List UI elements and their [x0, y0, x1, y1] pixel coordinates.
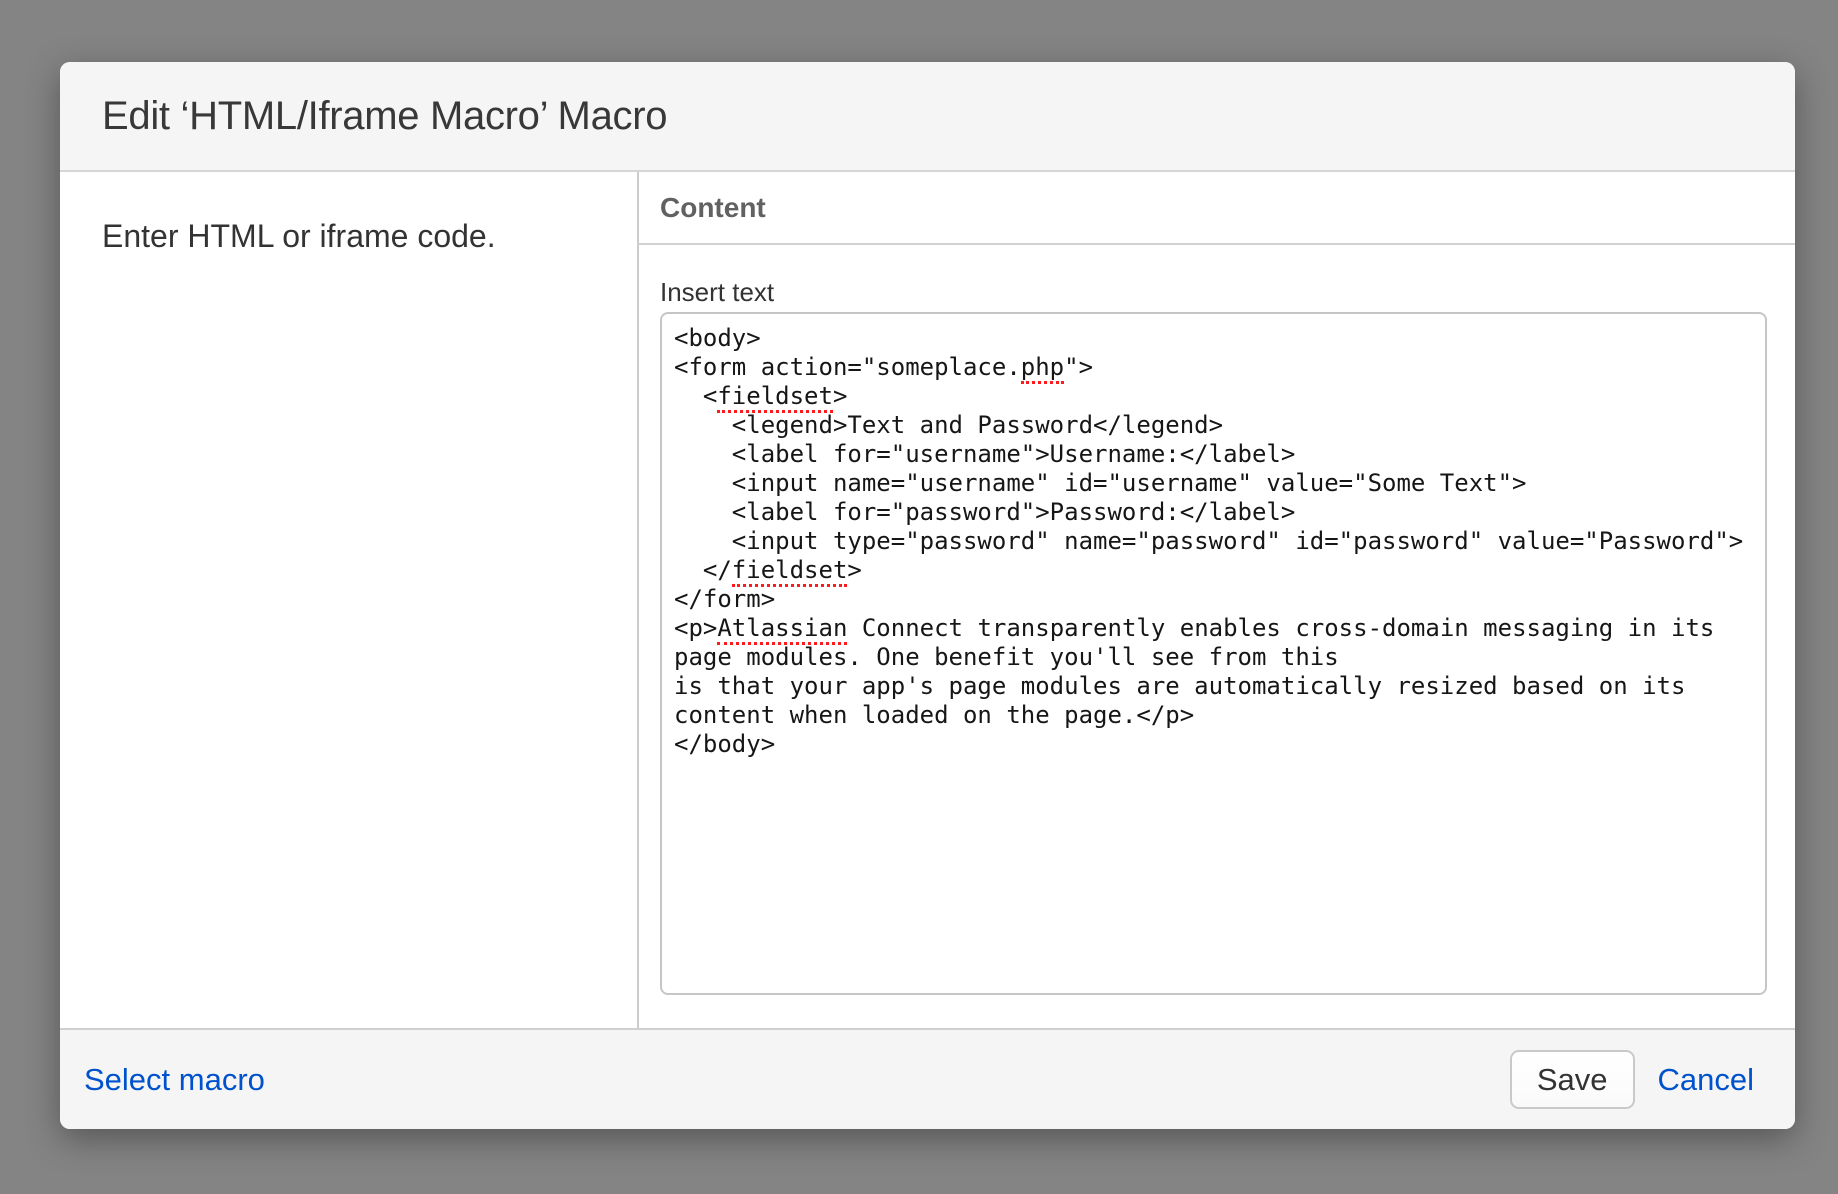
insert-text-field-area: Insert text <body><form action="someplac… [639, 245, 1795, 995]
code-line: is that your app's page modules are auto… [674, 672, 1753, 701]
code-line: <label for="password">Password:</label> [674, 498, 1753, 527]
code-line: </form> [674, 585, 1753, 614]
select-macro-link[interactable]: Select macro [84, 1062, 265, 1098]
insert-text-label: Insert text [660, 277, 1769, 308]
insert-text-editor[interactable]: <body><form action="someplace.php"> <fie… [660, 312, 1767, 995]
misspelled-word: fieldset [717, 382, 833, 413]
macro-description-text: Enter HTML or iframe code. [102, 218, 597, 255]
code-line: <input name="username" id="username" val… [674, 469, 1753, 498]
footer-actions: Save Cancel [1510, 1050, 1754, 1109]
code-line: <label for="username">Username:</label> [674, 440, 1753, 469]
misspelled-word: php [1021, 353, 1064, 384]
cancel-link[interactable]: Cancel [1658, 1062, 1755, 1098]
code-line: </body> [674, 730, 1753, 759]
dialog-body: Enter HTML or iframe code. Content Inser… [60, 172, 1795, 1028]
save-button[interactable]: Save [1510, 1050, 1635, 1109]
code-line: <legend>Text and Password</legend> [674, 411, 1753, 440]
dialog-header: Edit ‘HTML/Iframe Macro’ Macro [60, 62, 1795, 172]
code-line: <form action="someplace.php"> [674, 353, 1753, 382]
content-heading-row: Content [639, 172, 1795, 245]
code-line: <input type="password" name="password" i… [674, 527, 1753, 556]
content-panel: Content Insert text <body><form action="… [639, 172, 1795, 1028]
macro-description-panel: Enter HTML or iframe code. [60, 172, 639, 1028]
code-line: content when loaded on the page.</p> [674, 701, 1753, 730]
edit-macro-dialog: Edit ‘HTML/Iframe Macro’ Macro Enter HTM… [60, 62, 1795, 1129]
code-line: </fieldset> [674, 556, 1753, 585]
content-heading: Content [660, 192, 766, 224]
misspelled-word: Atlassian [717, 614, 847, 645]
modal-overlay: { "dialog": { "title": "Edit ‘HTML/Ifram… [0, 0, 1838, 1194]
misspelled-word: fieldset [732, 556, 848, 587]
code-line: <p>Atlassian Connect transparently enabl… [674, 614, 1753, 643]
dialog-footer: Select macro Save Cancel [60, 1028, 1795, 1129]
code-line: <fieldset> [674, 382, 1753, 411]
code-line: <body> [674, 324, 1753, 353]
dialog-title: Edit ‘HTML/Iframe Macro’ Macro [102, 94, 667, 139]
code-line: page modules. One benefit you'll see fro… [674, 643, 1753, 672]
